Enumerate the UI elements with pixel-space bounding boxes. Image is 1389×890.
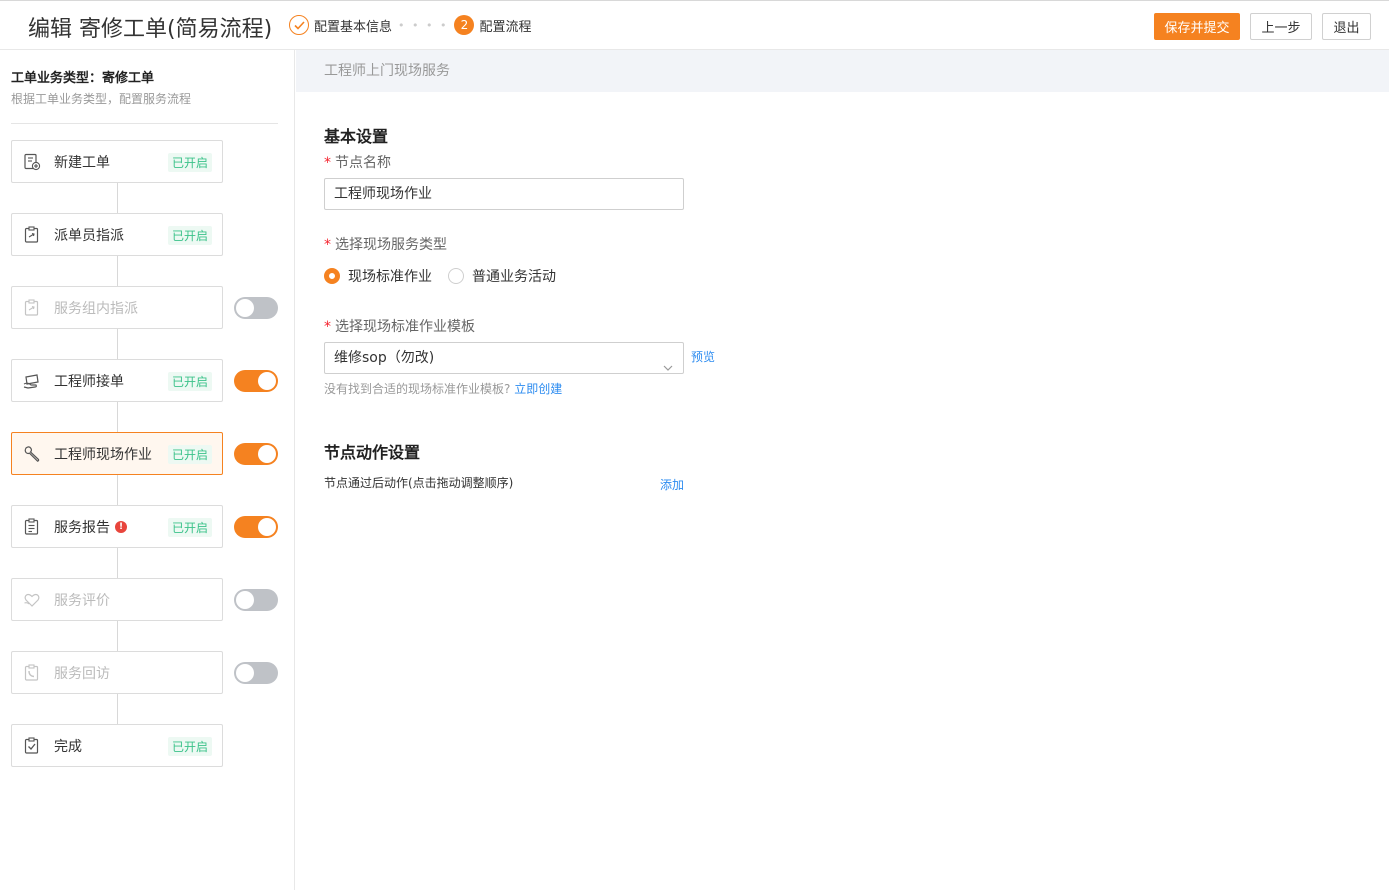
node-toggle-group-assign[interactable] — [234, 297, 278, 319]
template-hint: 没有找到合适的现场标准作业模板? 立即创建 — [324, 380, 562, 397]
node-name-label-text: 节点名称 — [335, 155, 391, 171]
flow-connector — [117, 329, 118, 359]
step-1-label: 配置基本信息 — [314, 19, 393, 35]
node-toggle-service-rating[interactable] — [234, 589, 278, 611]
complete-icon — [23, 736, 41, 755]
step-indicator: 配置基本信息 • • • • 2 配置流程 — [289, 15, 531, 35]
node-label: 工程师接单 — [54, 373, 124, 390]
flow-node-group-assign[interactable]: 服务组内指派 — [11, 286, 223, 329]
node-toggle-service-report[interactable] — [234, 516, 278, 538]
template-label: * 选择现场标准作业模板 — [324, 316, 475, 336]
step-2-label: 配置流程 — [479, 19, 532, 35]
business-type-desc: 根据工单业务类型，配置服务流程 — [11, 92, 192, 106]
add-action-link[interactable]: 添加 — [660, 476, 684, 493]
radio-checked-icon[interactable] — [324, 268, 340, 284]
flow-connector — [117, 621, 118, 651]
node-toggle-service-revisit[interactable] — [234, 662, 278, 684]
accept-order-icon — [23, 372, 41, 390]
enabled-badge: 已开启 — [167, 445, 212, 464]
flow-node-complete[interactable]: 完成 已开启 — [11, 724, 223, 767]
revisit-icon — [23, 663, 41, 682]
enabled-badge: 已开启 — [167, 518, 212, 537]
node-label: 新建工单 — [54, 154, 110, 171]
enabled-badge: 已开启 — [167, 737, 212, 756]
top-bar: 编辑 寄修工单(简易流程) 配置基本信息 • • • • 2 配置流程 保存并提… — [0, 0, 1389, 50]
step-2-number: 2 — [454, 15, 475, 35]
radio-label: 普通业务活动 — [472, 269, 556, 285]
wrench-icon — [23, 445, 41, 463]
radio-label: 现场标准作业 — [348, 269, 432, 285]
service-type-radio-group: 现场标准作业 普通业务活动 — [324, 266, 572, 286]
new-order-icon — [23, 153, 41, 171]
node-label: 完成 — [54, 738, 82, 755]
action-settings-title: 节点动作设置 — [324, 443, 421, 462]
node-toggle-engineer-accept[interactable] — [234, 370, 278, 392]
radio-unchecked-icon[interactable] — [448, 268, 464, 284]
required-mark: * — [324, 155, 331, 171]
node-label: 服务报告 — [54, 519, 110, 536]
enabled-badge: 已开启 — [167, 153, 212, 172]
flow-connector — [117, 475, 118, 505]
rating-icon — [23, 591, 41, 609]
create-template-link[interactable]: 立即创建 — [514, 382, 562, 396]
required-mark: * — [324, 237, 331, 253]
flow-connector — [117, 402, 118, 432]
page-title: 编辑 寄修工单(简易流程) — [28, 17, 273, 42]
node-label: 服务组内指派 — [54, 300, 138, 317]
flow-sidebar: 工单业务类型：寄修工单 根据工单业务类型，配置服务流程 新建工单 已开启 派单员… — [0, 50, 295, 890]
node-label: 派单员指派 — [54, 227, 124, 244]
exit-button[interactable]: 退出 — [1322, 13, 1371, 40]
preview-link[interactable]: 预览 — [691, 348, 715, 365]
node-label: 服务评价 — [54, 592, 110, 609]
hint-text: 没有找到合适的现场标准作业模板? — [324, 382, 511, 396]
node-name-label: * 节点名称 — [324, 152, 391, 172]
check-icon — [289, 15, 309, 35]
basic-settings-title: 基本设置 — [324, 127, 389, 146]
flow-node-engineer-onsite[interactable]: 工程师现场作业 已开启 — [11, 432, 223, 475]
group-assign-icon — [23, 298, 41, 317]
node-config-panel: 工程师上门现场服务 基本设置 * 节点名称 工程师现场作业 * 选择现场服务类型 现… — [296, 50, 1389, 890]
template-label-text: 选择现场标准作业模板 — [335, 319, 475, 335]
enabled-badge: 已开启 — [167, 372, 212, 391]
radio-option-standard[interactable]: 现场标准作业 — [324, 266, 432, 286]
flow-node-service-revisit[interactable]: 服务回访 — [11, 651, 223, 694]
business-type-title: 工单业务类型：寄修工单 — [11, 71, 155, 86]
action-desc: 节点通过后动作(点击拖动调整顺序) — [324, 476, 514, 490]
flow-connector — [117, 256, 118, 286]
node-label: 服务回访 — [54, 665, 110, 682]
flow-node-engineer-accept[interactable]: 工程师接单 已开启 — [11, 359, 223, 402]
template-select-value: 维修sop（勿改) — [334, 350, 435, 366]
warning-icon: ! — [115, 520, 127, 533]
divider — [11, 123, 278, 124]
chevron-down-icon — [663, 354, 673, 371]
node-toggle-engineer-onsite[interactable] — [234, 443, 278, 465]
service-type-label-text: 选择现场服务类型 — [335, 237, 447, 253]
radio-option-general[interactable]: 普通业务活动 — [448, 266, 556, 286]
required-mark: * — [324, 319, 331, 335]
save-submit-button[interactable]: 保存并提交 — [1154, 13, 1240, 40]
report-icon — [23, 517, 41, 536]
node-name-input[interactable]: 工程师现场作业 — [324, 178, 684, 210]
flow-node-service-report[interactable]: 服务报告 ! 已开启 — [11, 505, 223, 548]
previous-step-button[interactable]: 上一步 — [1250, 13, 1312, 40]
flow-node-new-order[interactable]: 新建工单 已开启 — [11, 140, 223, 183]
flow-connector — [117, 548, 118, 578]
dispatch-icon — [23, 225, 41, 244]
enabled-badge: 已开启 — [167, 226, 212, 245]
template-select[interactable]: 维修sop（勿改) — [324, 342, 684, 374]
node-label: 工程师现场作业 — [54, 446, 152, 463]
service-type-label: * 选择现场服务类型 — [324, 234, 447, 254]
flow-connector — [117, 183, 118, 213]
step-separator: • • • • — [398, 18, 449, 32]
flow-node-service-rating[interactable]: 服务评价 — [11, 578, 223, 621]
flow-node-dispatcher-assign[interactable]: 派单员指派 已开启 — [11, 213, 223, 256]
flow-connector — [117, 694, 118, 724]
panel-header: 工程师上门现场服务 — [296, 50, 1389, 92]
